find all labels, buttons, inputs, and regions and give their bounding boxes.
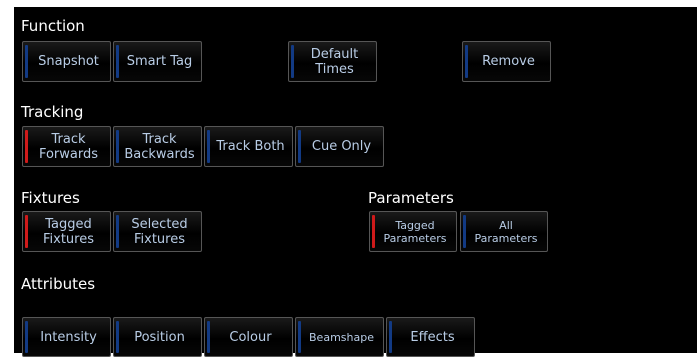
options-panel: Function Snapshot Smart Tag Default Time… — [14, 7, 697, 357]
position-button[interactable]: Position — [113, 317, 202, 357]
track-both-button[interactable]: Track Both — [204, 126, 293, 167]
tagged-fixtures-button[interactable]: Tagged Fixtures — [22, 211, 111, 252]
smart-tag-button[interactable]: Smart Tag — [113, 41, 202, 82]
intensity-button[interactable]: Intensity — [22, 317, 111, 357]
indicator-bar — [116, 321, 119, 353]
colour-button[interactable]: Colour — [204, 317, 293, 357]
indicator-bar — [389, 321, 392, 353]
track-forwards-button[interactable]: Track Forwards — [22, 126, 111, 167]
indicator-bar — [207, 321, 210, 353]
default-times-button[interactable]: Default Times — [288, 41, 377, 82]
beamshape-button[interactable]: Beamshape — [295, 317, 384, 357]
indicator-bar — [207, 130, 210, 163]
remove-button[interactable]: Remove — [462, 41, 551, 82]
fixtures-heading: Fixtures — [21, 189, 80, 207]
all-parameters-button[interactable]: All Parameters — [460, 211, 548, 252]
indicator-bar — [25, 130, 28, 163]
indicator-bar — [25, 215, 28, 248]
attributes-heading: Attributes — [21, 275, 96, 293]
indicator-bar — [116, 45, 119, 78]
indicator-bar — [372, 215, 375, 248]
function-heading: Function — [21, 17, 85, 35]
indicator-bar — [298, 321, 301, 353]
effects-button[interactable]: Effects — [386, 317, 475, 357]
snapshot-button[interactable]: Snapshot — [22, 41, 111, 82]
indicator-bar — [25, 321, 28, 353]
parameters-heading: Parameters — [368, 189, 454, 207]
selected-fixtures-button[interactable]: Selected Fixtures — [113, 211, 202, 252]
tracking-heading: Tracking — [21, 103, 84, 121]
indicator-bar — [465, 45, 468, 78]
indicator-bar — [463, 215, 466, 248]
tagged-parameters-button[interactable]: Tagged Parameters — [369, 211, 457, 252]
indicator-bar — [291, 45, 294, 78]
indicator-bar — [116, 215, 119, 248]
cue-only-button[interactable]: Cue Only — [295, 126, 384, 167]
indicator-bar — [298, 130, 301, 163]
track-backwards-button[interactable]: Track Backwards — [113, 126, 202, 167]
indicator-bar — [25, 45, 28, 78]
indicator-bar — [116, 130, 119, 163]
